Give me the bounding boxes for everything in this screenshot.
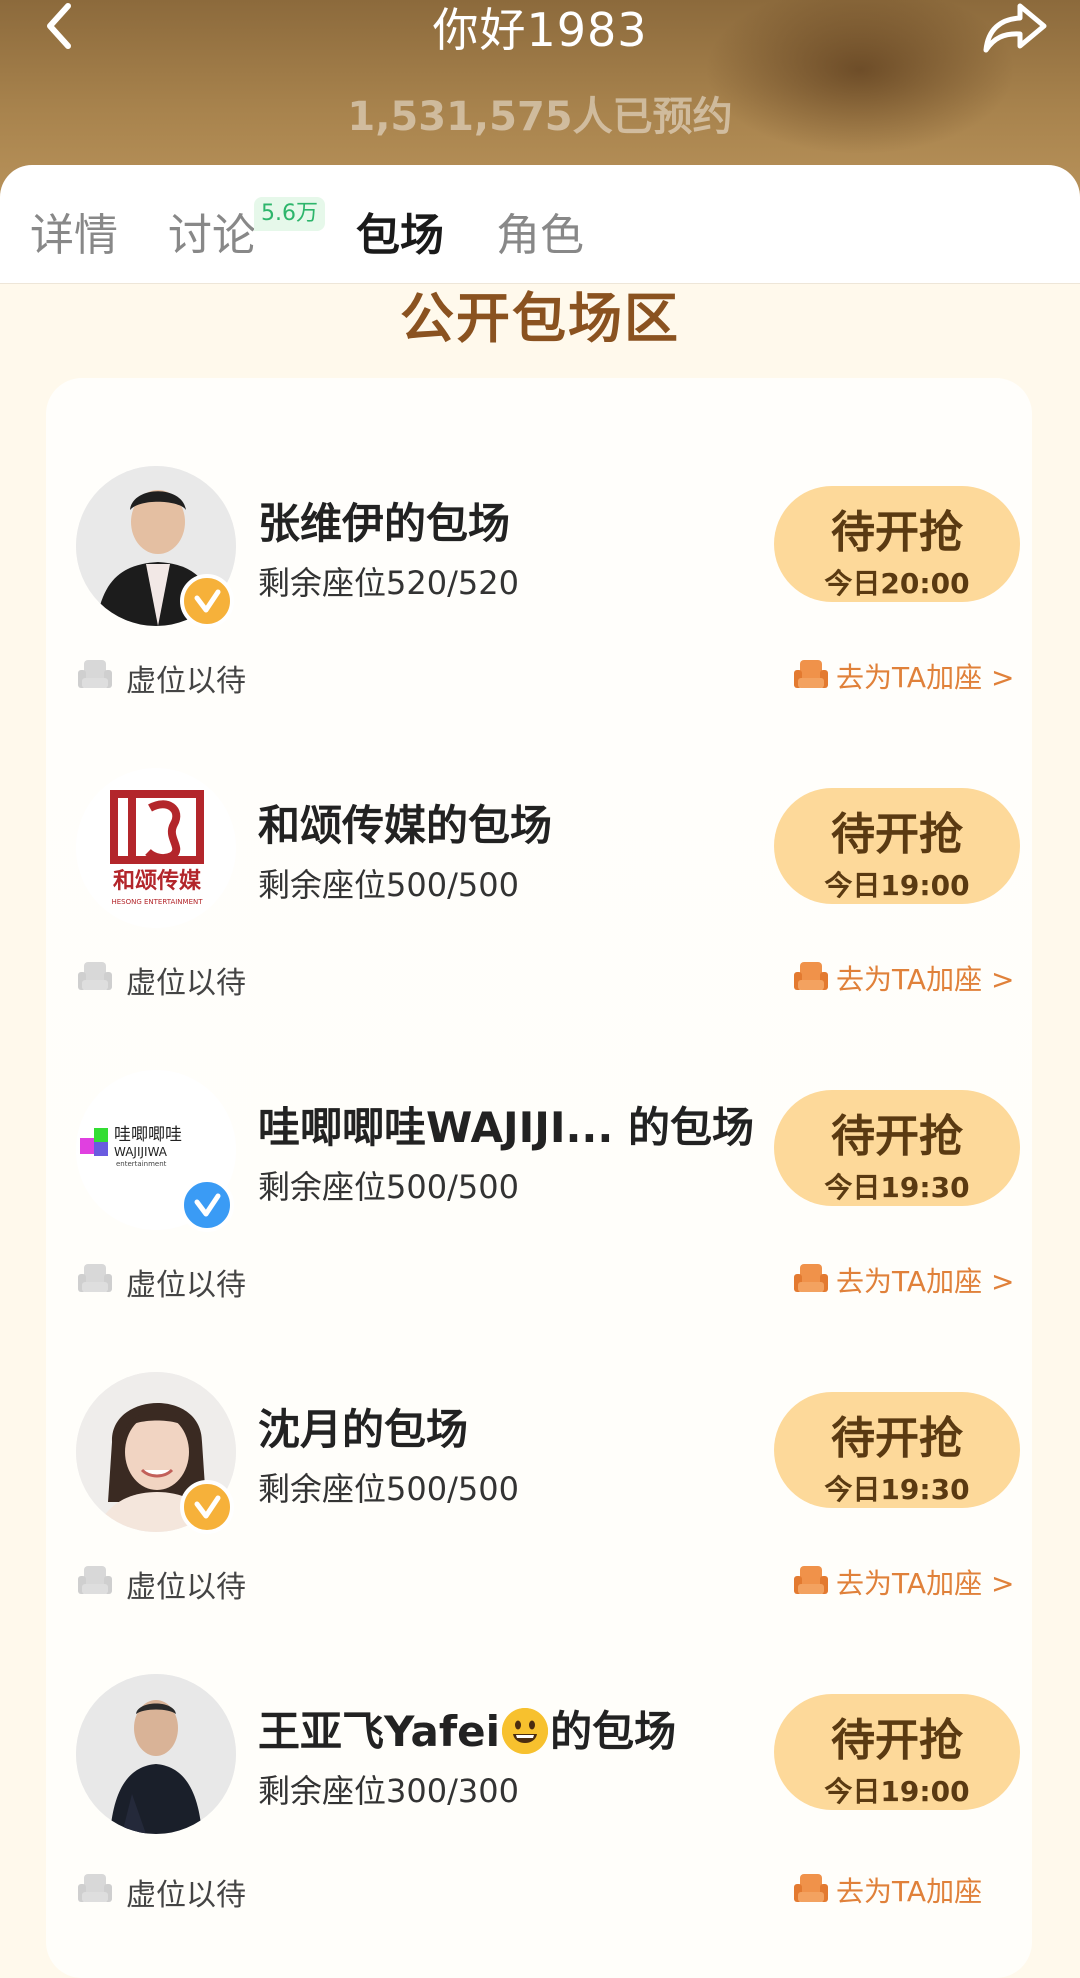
list-item: 和颂传媒 HESONG ENTERTAINMENT 和颂传媒的包场 剩余座位50… [46, 680, 1032, 1001]
grab-button-label: 待开抢 [831, 1111, 963, 1162]
grab-time: 今日19:00 [824, 869, 970, 902]
grab-button-label: 待开抢 [831, 1715, 963, 1766]
grab-time: 今日19:30 [824, 1473, 970, 1506]
booking-name: 哇唧唧哇WAJIJI... 的包场 [258, 1103, 754, 1152]
tab-roles[interactable]: 角色 [496, 199, 584, 263]
list-item: 哇唧唧哇 WAJIJIWA entertainment 哇唧唧哇WAJIJI..… [46, 982, 1032, 1303]
list-item: 张维伊的包场 剩余座位520/520 待开抢 今日20:00 虚位以待 去为TA… [46, 378, 1032, 699]
grab-button[interactable]: 待开抢 今日19:00 [774, 788, 1020, 904]
grab-button[interactable]: 待开抢 今日19:30 [774, 1090, 1020, 1206]
remaining-seats: 剩余座位500/500 [258, 1470, 519, 1508]
verified-badge-icon [180, 1178, 234, 1232]
add-seat-label: 去为TA加座 [836, 1875, 983, 1908]
booking-name-prefix: 王亚飞Yafei [258, 1707, 501, 1756]
grab-button-label: 待开抢 [831, 507, 963, 558]
grab-time: 今日20:00 [824, 567, 970, 600]
grab-time: 今日19:00 [824, 1775, 970, 1808]
booking-name-suffix: 的包场 [550, 1707, 677, 1756]
waiting-label: 虚位以待 [126, 1878, 246, 1913]
tab-booking[interactable]: 包场 [356, 199, 444, 263]
remaining-seats: 剩余座位520/520 [258, 564, 519, 602]
list-item: 沈月的包场 剩余座位500/500 待开抢 今日19:30 虚位以待 去为TA加… [46, 1284, 1032, 1605]
grab-time: 今日19:30 [824, 1171, 970, 1204]
booking-name: 张维伊的包场 [258, 499, 511, 548]
booking-name: 和颂传媒的包场 [258, 801, 553, 850]
reservation-count: 1,531,575人已预约 [347, 94, 733, 140]
logo-text: 和颂传媒 [113, 868, 202, 894]
chair-icon [78, 1874, 112, 1902]
logo-subtext-2: entertainment [116, 1160, 167, 1168]
remaining-seats: 剩余座位500/500 [258, 1168, 519, 1206]
booking-name: 王亚飞Yafei 的包场 [258, 1698, 676, 1759]
discussion-count-badge: 5.6万 [254, 197, 325, 231]
tab-details[interactable]: 详情 [30, 199, 118, 263]
grab-button-label: 待开抢 [831, 1413, 963, 1464]
booking-name: 沈月的包场 [258, 1405, 469, 1454]
verified-badge-icon [180, 1480, 234, 1534]
grab-button[interactable]: 待开抢 今日20:00 [774, 486, 1020, 602]
avatar[interactable]: 和颂传媒 HESONG ENTERTAINMENT [76, 768, 236, 928]
grab-button-label: 待开抢 [831, 809, 963, 860]
booking-list: 张维伊的包场 剩余座位520/520 待开抢 今日20:00 虚位以待 去为TA… [46, 378, 1032, 1978]
tab-bar: 详情 讨论 5.6万 包场 角色 [0, 165, 1080, 284]
tab-discussion[interactable]: 讨论 [168, 199, 256, 263]
grab-button[interactable]: 待开抢 今日19:30 [774, 1392, 1020, 1508]
sofa-icon [794, 1874, 828, 1902]
share-icon[interactable] [982, 0, 1048, 56]
list-item: 王亚飞Yafei 的包场 剩余座位300/300 待开抢 今日19:00 虚位以待… [46, 1586, 1032, 1913]
remaining-seats: 剩余座位300/300 [258, 1772, 519, 1810]
logo-subtext: HESONG ENTERTAINMENT [111, 898, 203, 906]
grab-button[interactable]: 待开抢 今日19:00 [774, 1694, 1020, 1810]
section-title: 公开包场区 [400, 287, 680, 350]
avatar[interactable] [76, 1674, 236, 1834]
page-title: 你好1983 [432, 3, 648, 57]
logo-subtext: WAJIJIWA [114, 1145, 168, 1159]
verified-badge-icon [180, 574, 234, 628]
logo-text: 哇唧唧哇 [114, 1125, 182, 1145]
grinning-emoji-icon [502, 1708, 549, 1754]
remaining-seats: 剩余座位500/500 [258, 866, 519, 904]
